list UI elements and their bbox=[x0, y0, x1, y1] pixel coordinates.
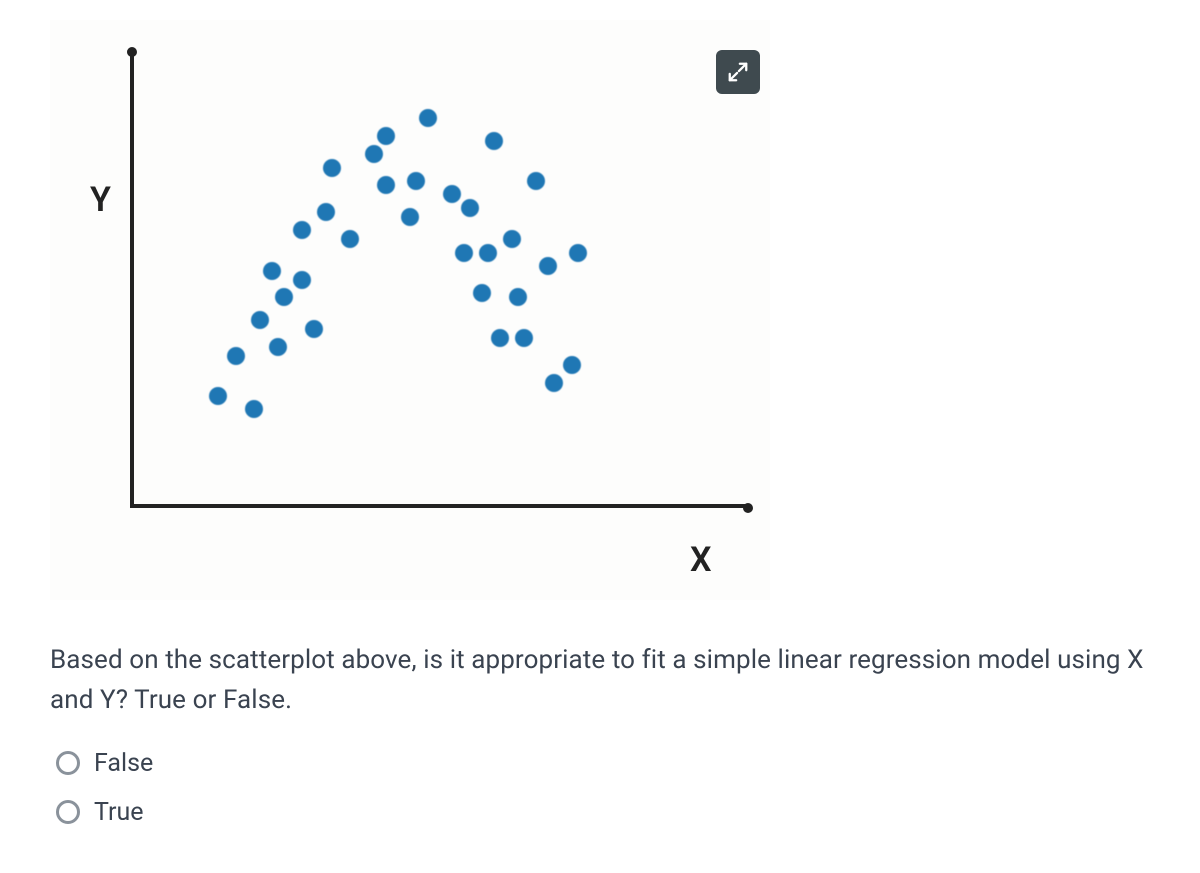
data-point bbox=[293, 221, 311, 239]
data-point bbox=[227, 347, 245, 365]
data-point bbox=[443, 185, 461, 203]
data-point bbox=[305, 320, 323, 338]
y-axis bbox=[130, 50, 134, 508]
data-point bbox=[515, 329, 533, 347]
option-true[interactable]: True bbox=[50, 792, 1150, 841]
option-label: True bbox=[94, 798, 144, 827]
option-label: False bbox=[94, 749, 153, 778]
data-point bbox=[491, 329, 509, 347]
data-point bbox=[509, 288, 527, 306]
data-point bbox=[419, 109, 437, 127]
chart-figure: Y X bbox=[50, 20, 770, 600]
data-point bbox=[275, 288, 293, 306]
data-point bbox=[209, 387, 227, 405]
data-point bbox=[485, 132, 503, 150]
x-axis bbox=[130, 504, 750, 508]
y-axis-label: Y bbox=[90, 180, 111, 220]
data-point bbox=[545, 374, 563, 392]
scatter-plot-area bbox=[130, 50, 750, 520]
data-point bbox=[527, 172, 545, 190]
data-point bbox=[563, 356, 581, 374]
data-point bbox=[365, 145, 383, 163]
data-point bbox=[473, 284, 491, 302]
data-point bbox=[263, 262, 281, 280]
data-point bbox=[569, 244, 587, 262]
data-point bbox=[479, 244, 497, 262]
radio-icon bbox=[56, 800, 80, 824]
answer-options: False True bbox=[50, 743, 1150, 841]
option-false[interactable]: False bbox=[50, 743, 1150, 792]
radio-icon bbox=[56, 751, 80, 775]
question-text: Based on the scatterplot above, is it ap… bbox=[50, 640, 1150, 721]
data-point bbox=[269, 338, 287, 356]
x-axis-end-tick bbox=[743, 503, 753, 513]
y-axis-end-tick bbox=[127, 47, 137, 57]
data-point bbox=[539, 257, 557, 275]
data-point bbox=[503, 230, 521, 248]
data-point bbox=[461, 199, 479, 217]
data-point bbox=[407, 172, 425, 190]
data-point bbox=[323, 159, 341, 177]
data-point bbox=[455, 244, 473, 262]
data-point bbox=[401, 208, 419, 226]
data-point bbox=[341, 230, 359, 248]
data-point bbox=[293, 271, 311, 289]
data-point bbox=[377, 176, 395, 194]
data-point bbox=[245, 400, 263, 418]
data-point bbox=[317, 203, 335, 221]
data-point bbox=[251, 311, 269, 329]
x-axis-label: X bbox=[690, 540, 712, 580]
data-point bbox=[377, 127, 395, 145]
